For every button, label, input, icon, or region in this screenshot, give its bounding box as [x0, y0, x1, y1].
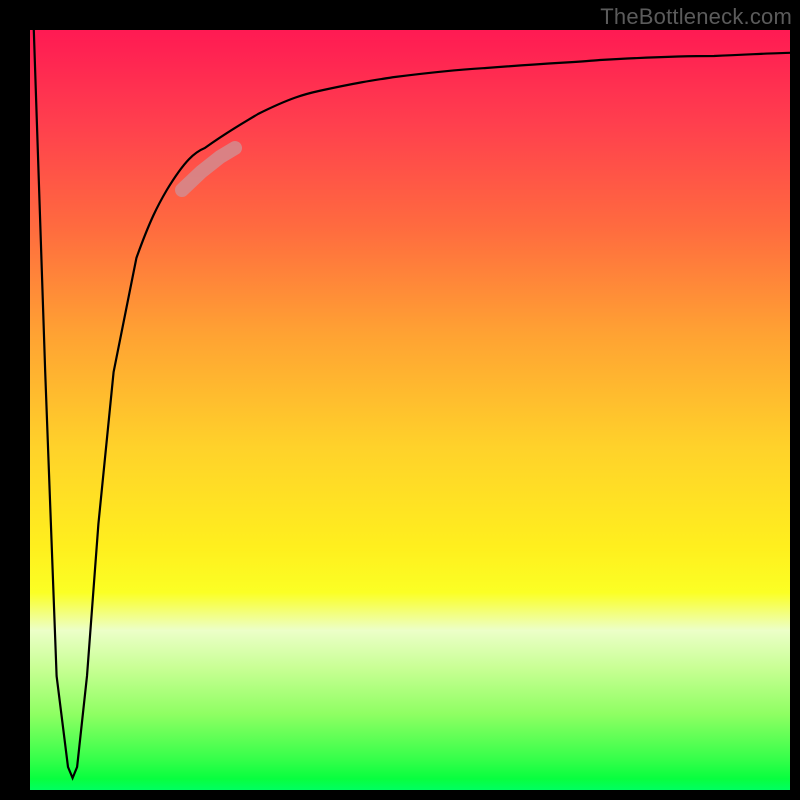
plot-area [30, 30, 790, 790]
curve-layer [30, 30, 790, 790]
chart-frame: TheBottleneck.com [0, 0, 800, 800]
bottleneck-curve [34, 30, 790, 778]
watermark-text: TheBottleneck.com [600, 4, 792, 30]
highlight-segment [182, 148, 235, 190]
